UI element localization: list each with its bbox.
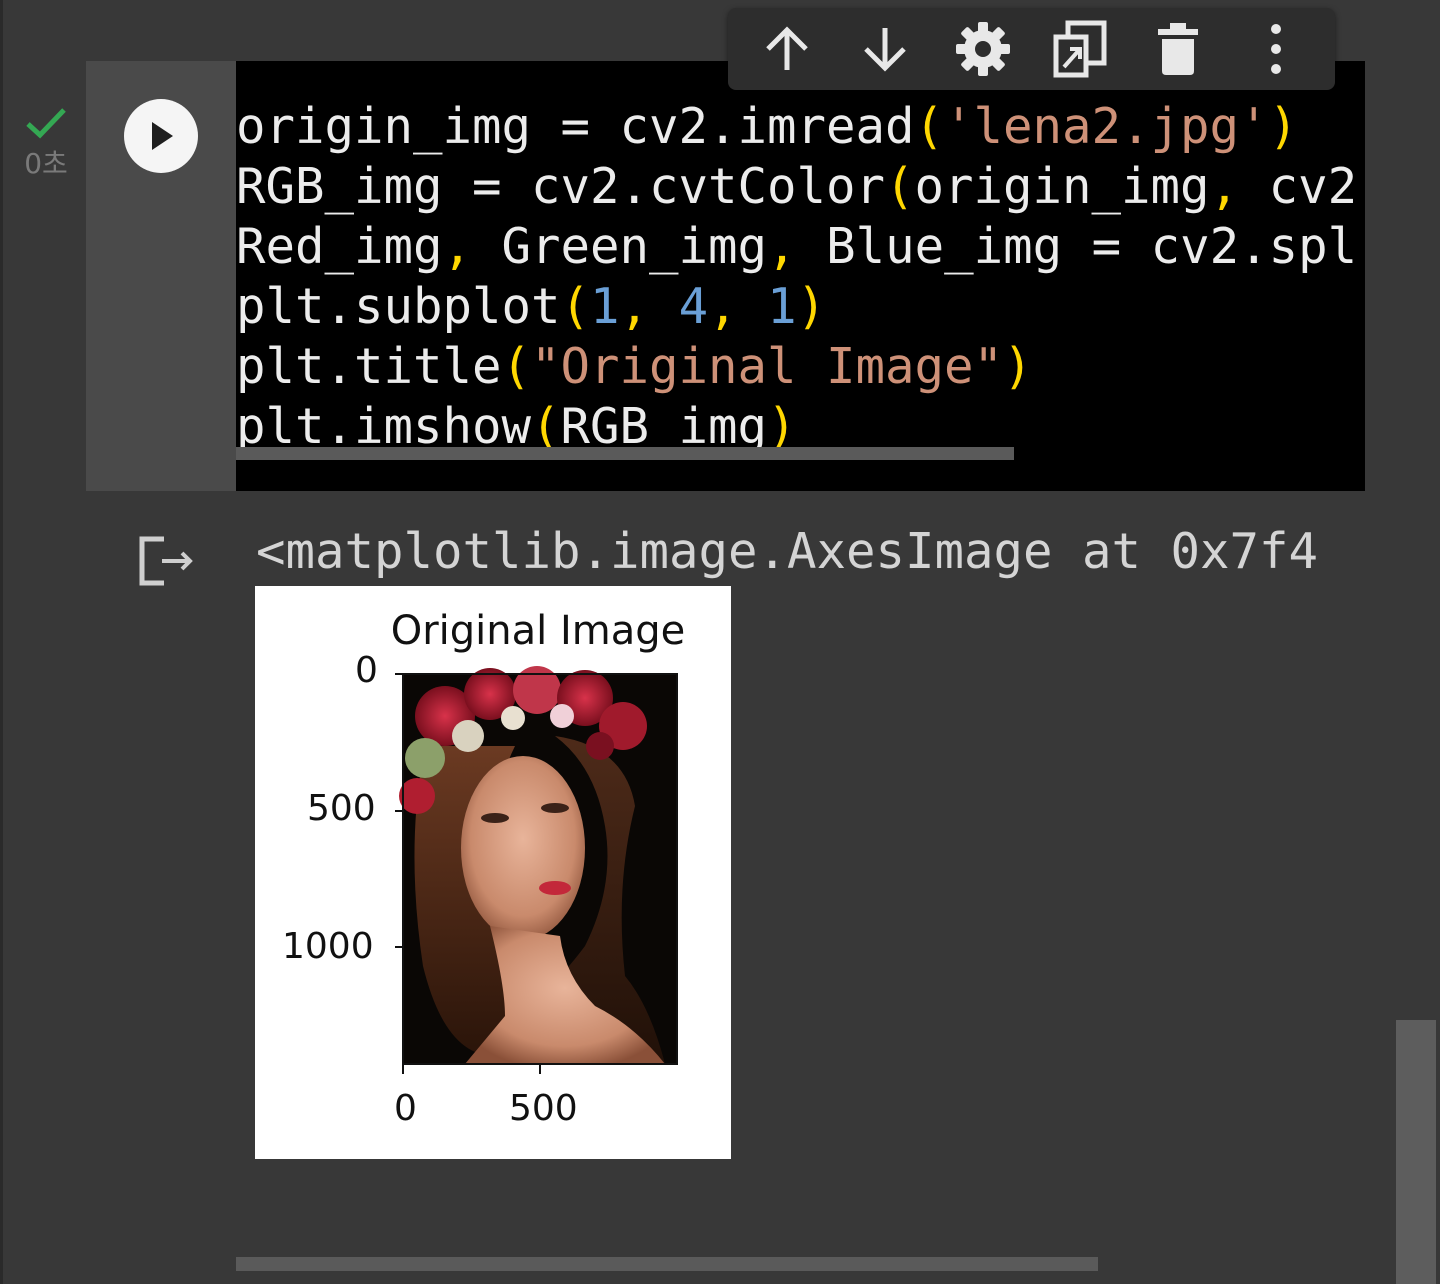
plot-axes (395, 666, 678, 1074)
axes-image (399, 666, 677, 1064)
delete-button[interactable] (1143, 14, 1213, 84)
more-vert-icon (1271, 24, 1282, 74)
check-icon (26, 108, 66, 139)
code-line: Red_img, Green_img, Blue_img = cv2.spl (236, 218, 1358, 275)
code-editor[interactable]: origin_img = cv2.imread('lena2.jpg') RGB… (236, 61, 1365, 491)
plot-figure: Original Image 0 500 1000 0 500 (255, 586, 731, 1159)
arrow-down-icon (863, 28, 906, 72)
more-options-button[interactable] (1241, 14, 1311, 84)
exec-time-label: 0초 (24, 147, 68, 180)
code-line: origin_img = cv2.imread('lena2.jpg') (236, 98, 1299, 155)
code-line: RGB_img = cv2.cvtColor(origin_img, cv2 (236, 158, 1358, 215)
code-text: origin_img = cv2.imread('lena2.jpg') RGB… (236, 97, 1357, 457)
code-horizontal-scrollbar[interactable] (236, 447, 1014, 460)
code-line: plt.title("Original Image") (236, 338, 1033, 395)
arrow-up-icon (766, 26, 808, 70)
code-line: plt.subplot(1, 4, 1) (236, 278, 827, 335)
run-button[interactable] (124, 99, 198, 173)
gear-icon (955, 22, 1010, 76)
cell-gutter (86, 61, 236, 491)
cell-status: 0초 (14, 104, 78, 182)
cell-output: <matplotlib.image.AxesImage at 0x7f4 Ori… (86, 491, 1365, 1271)
move-up-button[interactable] (752, 14, 822, 84)
trash-icon (1158, 23, 1199, 75)
mirror-cell-icon (1053, 20, 1107, 78)
output-horizontal-scrollbar[interactable] (236, 1257, 1098, 1271)
vertical-scrollbar[interactable] (1396, 1020, 1436, 1284)
output-text: <matplotlib.image.AxesImage at 0x7f4 (256, 523, 1319, 580)
left-border (0, 0, 3, 1284)
move-down-button[interactable] (850, 14, 920, 84)
settings-button[interactable] (948, 14, 1018, 84)
play-icon (152, 122, 173, 150)
mirror-cell-button[interactable] (1045, 14, 1115, 84)
cell-toolbar (728, 8, 1335, 90)
output-icon[interactable] (138, 535, 196, 591)
